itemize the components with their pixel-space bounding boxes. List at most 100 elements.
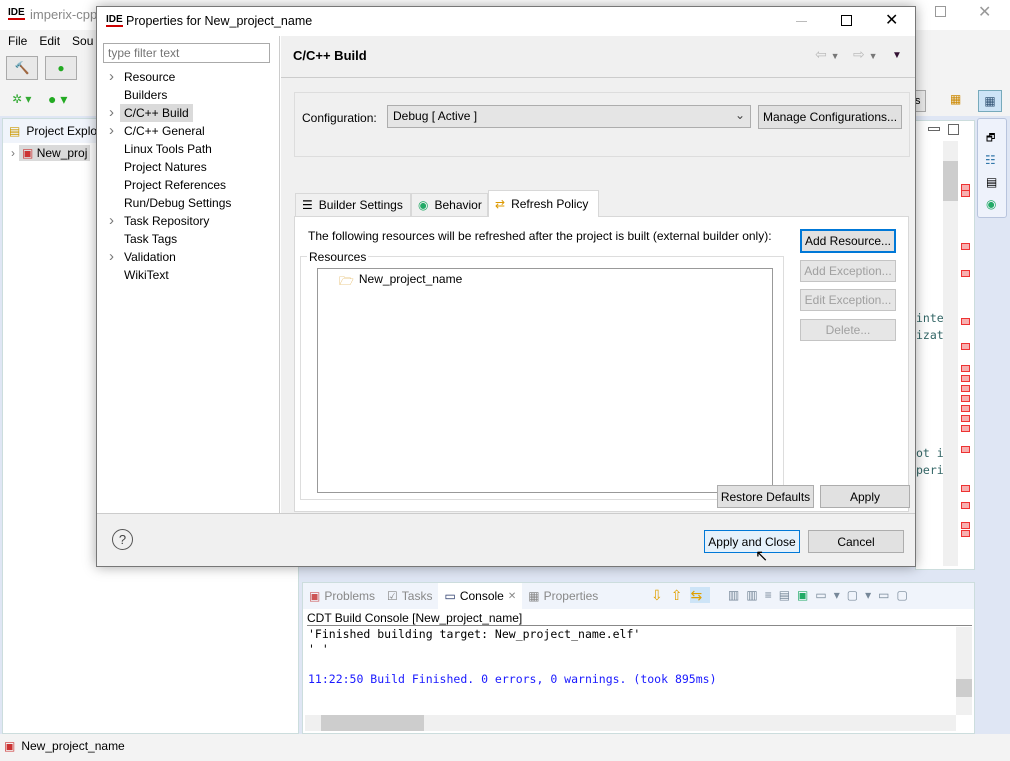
console-vscrollbar[interactable] — [956, 627, 972, 715]
run-icon[interactable]: ● ▾ — [48, 91, 67, 108]
debug-bug-icon[interactable]: ✲ ▾ — [12, 92, 31, 106]
configuration-group: Configuration: Debug [ Active ] ⌄ Manage … — [294, 92, 910, 157]
tab-problems[interactable]: ▣ Problems — [303, 584, 381, 608]
chevron-down-icon: ⌄ — [734, 108, 745, 122]
minimize-icon[interactable] — [928, 127, 940, 131]
view-menu-icon[interactable]: ▼ — [892, 50, 902, 61]
page-title: C/C++ Build — [293, 48, 367, 63]
cpp-project-icon: ▣ — [22, 146, 34, 160]
close-button[interactable]: ✕ — [885, 10, 898, 30]
refresh-policy-content: The following resources will be refreshe… — [294, 216, 909, 512]
tree-item-project-natures[interactable]: Project Natures — [97, 158, 279, 176]
target-icon[interactable]: ◉ — [986, 197, 996, 211]
dialog-title: Properties for New_project_name — [126, 14, 313, 28]
new-console-icon: ▢▾ — [846, 588, 879, 602]
restore-icon[interactable]: 🗗 — [986, 131, 995, 148]
cpp-perspective-icon[interactable]: ▦ — [978, 90, 1002, 112]
console-line: 'Finished building target: New_project_n… — [308, 627, 641, 641]
tree-item-project-references[interactable]: Project References — [97, 176, 279, 194]
tab-properties[interactable]: ▦ Properties — [522, 584, 604, 608]
word-wrap-icon: ≡ — [764, 588, 779, 602]
console-actions[interactable]: ▥▥≡▤▣▭▾▢▾▭▢ — [728, 588, 915, 602]
editor-scrollbar[interactable] — [943, 141, 958, 566]
properties-dialog: IDE Properties for New_project_name ✕ Re… — [96, 6, 916, 567]
tab-tasks[interactable]: ☑ Tasks — [381, 584, 438, 608]
folder-open-icon: 🗁 — [339, 274, 354, 288]
filter-input[interactable] — [103, 43, 270, 63]
ide-logo-icon: IDE — [8, 7, 25, 20]
apply-and-close-button[interactable]: Apply and Close — [704, 530, 800, 553]
manage-configurations-button[interactable]: Manage Configurations... — [758, 105, 902, 129]
console-hscrollbar[interactable] — [305, 715, 956, 731]
edit-exception-button[interactable]: Edit Exception... — [800, 289, 896, 311]
project-tree-item[interactable]: ▣ New_proj — [19, 145, 91, 161]
display-console-icon: ▭▾ — [815, 588, 847, 602]
console-view: ▣ Problems ☑ Tasks ▭ Console ✕ ▦ Properties ⇩… — [302, 582, 975, 734]
help-icon[interactable]: ? — [112, 529, 133, 550]
outline-icon[interactable]: ☷ — [985, 153, 996, 167]
tree-item-cpp-build[interactable]: C/C++ Build — [97, 104, 279, 122]
resources-group: Resources 🗁 New_project_name — [300, 250, 784, 500]
editor-fragment: peri — [916, 463, 944, 477]
clear-console-icon: ▤ — [778, 588, 798, 602]
menu-source[interactable]: Sou — [72, 34, 93, 48]
tree-item-wikitext[interactable]: WikiText — [97, 266, 279, 284]
close-tab-icon[interactable]: ✕ — [508, 591, 516, 602]
pin-console-icon: ▣ — [797, 588, 816, 602]
tree-item-task-repository[interactable]: Task Repository — [97, 212, 279, 230]
apply-button[interactable]: Apply — [820, 485, 910, 508]
restore-defaults-button[interactable]: Restore Defaults — [717, 485, 814, 508]
maximize-button[interactable] — [841, 15, 852, 26]
link-icon: ⇆ — [690, 587, 711, 603]
tree-item-linux-tools-path[interactable]: Linux Tools Path — [97, 140, 279, 158]
ide-close-button[interactable]: ✕ — [978, 2, 991, 22]
delete-button[interactable]: Delete... — [800, 319, 896, 341]
tab-refresh-policy[interactable]: ⇄ Refresh Policy — [488, 190, 599, 217]
tree-item-validation[interactable]: Validation — [97, 248, 279, 266]
property-page: C/C++ Build ⇦ ▼ ⇨ ▼ ▼ Configuration: Deb… — [281, 36, 915, 513]
ide-maximize-button[interactable] — [935, 6, 946, 17]
back-arrow-icon[interactable]: ⇦ ▼ — [815, 46, 840, 63]
tree-item-run-debug-settings[interactable]: Run/Debug Settings — [97, 194, 279, 212]
configuration-select[interactable]: Debug [ Active ] ⌄ — [387, 105, 751, 128]
prev-arrow-icon: ⇧ — [670, 587, 691, 603]
tab-behavior[interactable]: ◉ Behavior — [411, 193, 488, 216]
dialog-titlebar: IDE Properties for New_project_name ✕ — [97, 7, 915, 36]
tab-console[interactable]: ▭ Console ✕ — [438, 583, 523, 609]
dialog-footer: ? Apply and Close Cancel ↖ — [97, 513, 915, 566]
forward-arrow-icon[interactable]: ⇨ ▼ — [853, 46, 878, 63]
minimize-button[interactable] — [796, 21, 807, 22]
properties-icon: ▦ — [528, 589, 540, 603]
open-perspective-icon[interactable]: ▦ — [950, 92, 961, 106]
build-hammer-icon[interactable]: 🔨 — [6, 56, 38, 80]
resource-item[interactable]: 🗁 New_project_name — [339, 272, 462, 293]
maximize-icon: ▢ — [896, 588, 915, 602]
tree-item-resource[interactable]: Resource — [97, 68, 279, 86]
expand-chevron-icon[interactable]: › — [11, 146, 15, 160]
cancel-button[interactable]: Cancel — [808, 530, 904, 553]
run-target-icon[interactable]: ● — [45, 56, 77, 80]
console-line: ' ' — [308, 642, 329, 656]
resources-tree[interactable]: 🗁 New_project_name — [317, 268, 773, 493]
status-project: New_project_name — [21, 739, 125, 753]
document-icon[interactable]: ▤ — [986, 175, 997, 189]
menu-edit[interactable]: Edit — [39, 34, 60, 48]
console-toolbar[interactable]: ⇩⇧⇆ — [651, 587, 711, 604]
project-explorer-title[interactable]: Project Explo — [26, 124, 97, 138]
tree-item-cpp-general[interactable]: C/C++ General — [97, 122, 279, 140]
minimize-icon: ▭ — [878, 588, 897, 602]
console-status-line: 11:22:50 Build Finished. 0 errors, 0 war… — [308, 672, 717, 686]
pin-lock-icon: ▥ — [746, 588, 765, 602]
add-resource-button[interactable]: Add Resource... — [800, 229, 896, 253]
maximize-icon[interactable] — [948, 124, 959, 135]
tree-item-task-tags[interactable]: Task Tags — [97, 230, 279, 248]
page-header: C/C++ Build ⇦ ▼ ⇨ ▼ ▼ — [281, 36, 915, 78]
console-header: CDT Build Console [New_project_name] — [307, 611, 972, 626]
menu-file[interactable]: File — [8, 34, 27, 48]
ide-title: imperix-cpp — [30, 7, 98, 22]
tab-builder-settings[interactable]: ☰ Builder Settings — [295, 193, 411, 216]
tree-item-builders[interactable]: Builders — [97, 86, 279, 104]
side-trim-bar: 🗗 ☷ ▤ ◉ — [977, 118, 1007, 218]
scroll-lock-icon: ▥ — [728, 588, 747, 602]
add-exception-button[interactable]: Add Exception... — [800, 260, 896, 282]
